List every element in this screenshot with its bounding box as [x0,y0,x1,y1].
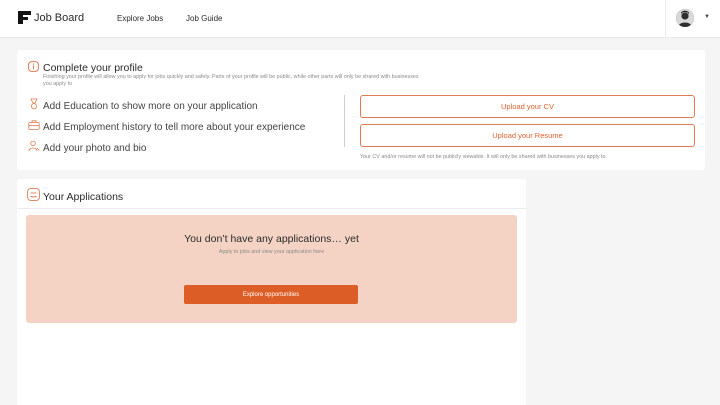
info-icon [28,59,39,77]
top-navigation-bar: Job Board Explore Jobs Job Guide ▼ [0,0,720,38]
brand-name: Job Board [34,11,85,24]
profile-description: Finishing your profile will allow you to… [43,74,419,87]
complete-profile-card: Complete your profile Finishing your pro… [17,50,705,170]
briefcase-icon [28,118,40,136]
user-avatar-icon[interactable] [676,9,694,27]
add-employment-item[interactable]: Add Employment history to tell more abou… [28,118,305,136]
upload-cv-button[interactable]: Upload your CV [360,95,695,118]
add-education-label: Add Education to show more on your appli… [43,100,258,112]
empty-state-subtitle: Apply to jobs and view your application … [218,249,325,255]
person-icon [28,139,40,157]
add-employment-label: Add Employment history to tell more abou… [43,121,306,133]
profile-divider [344,95,345,147]
chevron-down-icon[interactable]: ▼ [704,14,710,20]
applications-header: Your Applications [17,179,526,209]
applications-icon [27,188,40,206]
nav-job-guide[interactable]: Job Guide [186,14,222,23]
graduation-icon [28,97,40,115]
upload-resume-button[interactable]: Upload your Resume [360,124,695,147]
explore-opportunities-button[interactable]: Explore opportunities [184,285,358,304]
applications-title: Your Applications [43,191,124,203]
empty-state-title: You don’t have any applications… yet [184,233,359,245]
add-photo-bio-label: Add your photo and bio [43,142,147,154]
nav-explore-jobs[interactable]: Explore Jobs [117,14,163,23]
applications-title-row: Your Applications [27,188,123,206]
add-education-item[interactable]: Add Education to show more on your appli… [28,97,258,115]
empty-applications-panel: You don’t have any applications… yet App… [26,215,517,323]
brand-logo[interactable]: Job Board [18,11,84,24]
add-photo-bio-item[interactable]: Add your photo and bio [28,139,146,157]
header-divider [665,0,666,38]
brand-mark-icon [18,11,31,24]
profile-title: Complete your profile [43,62,143,74]
applications-card: Your Applications You don’t have any app… [17,179,526,405]
privacy-note: Your CV and/or resume will not be public… [360,154,607,160]
